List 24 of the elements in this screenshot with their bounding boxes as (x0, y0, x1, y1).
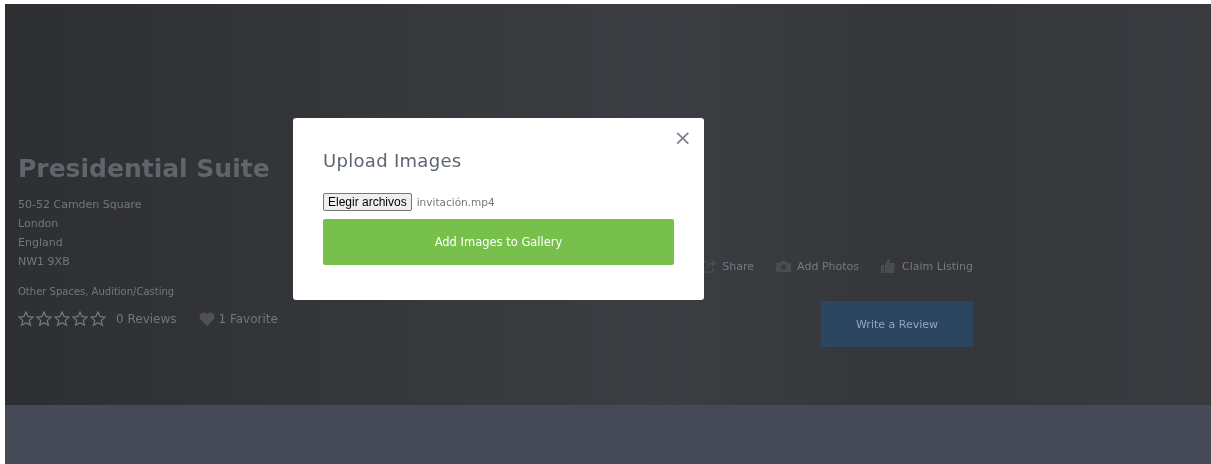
close-button[interactable]: × (673, 126, 692, 150)
address-line: 50-52 Camden Square (18, 197, 143, 213)
action-link[interactable]: Add Photos (776, 259, 859, 273)
star-icon (72, 311, 88, 327)
share-icon (702, 259, 717, 273)
reviews-count[interactable]: 0 Reviews (116, 312, 177, 326)
star-icon (18, 311, 34, 327)
star-icon (54, 311, 70, 327)
choose-files-button[interactable]: Elegir archivos (323, 193, 412, 211)
action-link[interactable]: Claim Listing (881, 259, 973, 273)
address-line: England (18, 235, 64, 251)
favorites-count[interactable]: 1 Favorite (218, 312, 278, 326)
modal-title: Upload Images (323, 150, 463, 171)
star-icon (36, 311, 52, 327)
heart-icon (198, 312, 215, 326)
write-review-button[interactable]: Write a Review (821, 301, 973, 347)
star-icon (90, 311, 106, 327)
thumbs-up-icon (881, 259, 896, 273)
file-name: invitación.mp4 (416, 196, 495, 208)
add-images-button[interactable]: Add Images to Gallery (323, 219, 674, 265)
listing-categories: Other Spaces, Audition/Casting (18, 286, 176, 297)
action-link[interactable]: Share (702, 259, 755, 273)
address-line: NW1 9XB (18, 254, 71, 270)
address-line: London (18, 216, 60, 232)
